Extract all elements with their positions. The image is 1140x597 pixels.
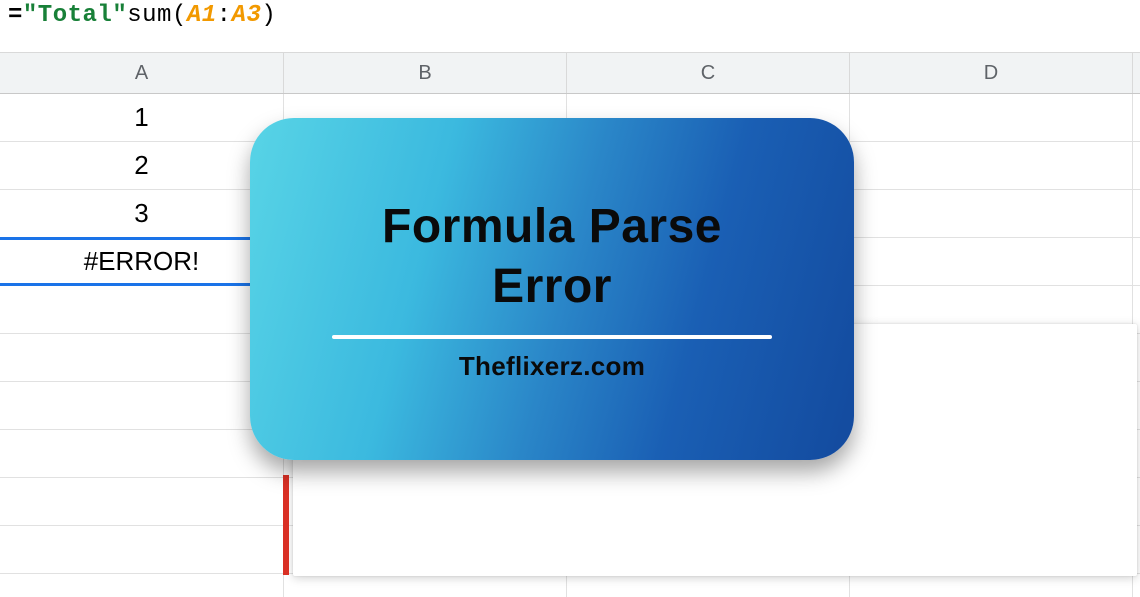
cell-d2[interactable] <box>850 142 1133 189</box>
formula-ref-start: A1 <box>187 2 217 29</box>
cell-a7[interactable] <box>0 382 284 429</box>
formula-ref-end: A3 <box>232 2 262 29</box>
overlay-title: Formula Parse Error <box>382 197 722 317</box>
formula-close-paren: ) <box>261 2 276 29</box>
cell-d1[interactable] <box>850 94 1133 141</box>
formula-function-name: sum <box>127 2 172 29</box>
overlay-divider <box>332 335 772 339</box>
cell-a6[interactable] <box>0 334 284 381</box>
cell-d4[interactable] <box>850 238 1133 285</box>
cell-a4-error[interactable]: #ERROR! <box>0 238 284 285</box>
formula-colon: : <box>217 2 232 29</box>
cell-d3[interactable] <box>850 190 1133 237</box>
overlay-badge: Formula Parse Error Theflixerz.com <box>250 118 854 460</box>
cell-a8[interactable] <box>0 430 284 477</box>
table-row <box>0 574 1140 597</box>
formula-string-literal: "Total" <box>23 2 127 29</box>
col-header-a[interactable]: A <box>0 53 284 93</box>
cell-a9[interactable] <box>0 478 284 525</box>
cell-a11[interactable] <box>0 574 284 597</box>
overlay-site: Theflixerz.com <box>459 351 645 382</box>
overlay-title-line1: Formula Parse <box>382 200 722 253</box>
formula-equals: = <box>8 2 23 29</box>
col-header-c[interactable]: C <box>567 53 850 93</box>
cell-a5[interactable] <box>0 286 284 333</box>
cell-a2[interactable]: 2 <box>0 142 284 189</box>
overlay-title-line2: Error <box>492 260 612 313</box>
cell-a3[interactable]: 3 <box>0 190 284 237</box>
stage: ="Total"sum(A1:A3) A B C D 1 2 3 <box>0 0 1140 597</box>
error-marker-icon <box>283 475 289 575</box>
col-header-b[interactable]: B <box>284 53 567 93</box>
column-headers: A B C D <box>0 52 1140 94</box>
cell-d11[interactable] <box>850 574 1133 597</box>
cell-c11[interactable] <box>567 574 850 597</box>
col-header-d[interactable]: D <box>850 53 1133 93</box>
formula-open-paren: ( <box>172 2 187 29</box>
cell-b11[interactable] <box>284 574 567 597</box>
cell-a1[interactable]: 1 <box>0 94 284 141</box>
formula-bar[interactable]: ="Total"sum(A1:A3) <box>0 0 280 37</box>
cell-a10[interactable] <box>0 526 284 573</box>
